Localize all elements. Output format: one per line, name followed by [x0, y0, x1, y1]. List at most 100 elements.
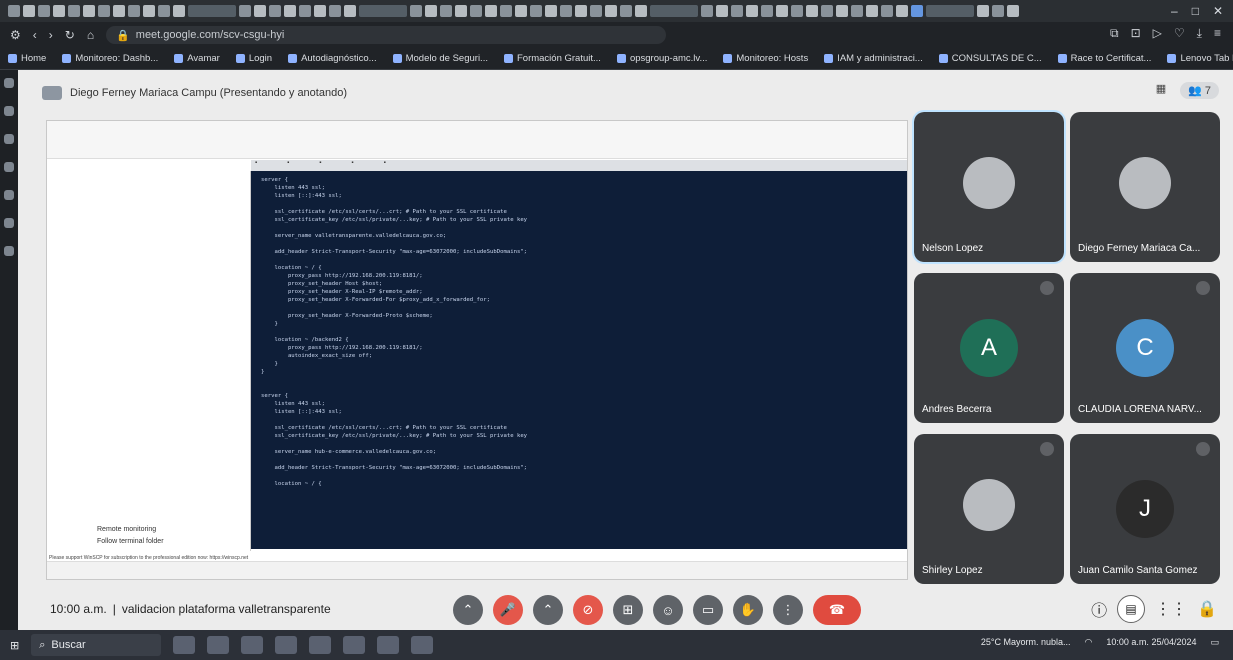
file-row[interactable] [47, 195, 250, 203]
forward-icon[interactable]: › [49, 28, 53, 42]
bookmark-item[interactable]: IAM y administraci... [824, 53, 923, 64]
weather-widget[interactable]: 25°C Mayorm. nubla... [981, 637, 1071, 648]
tab-favicon[interactable] [731, 5, 743, 17]
shield-icon[interactable]: ♡ [1174, 26, 1185, 41]
mic-off-button[interactable]: 🎤 [493, 595, 523, 625]
close-icon[interactable]: ✕ [1213, 4, 1223, 18]
file-row[interactable] [47, 219, 250, 227]
tab-favicon[interactable] [776, 5, 788, 17]
session-tab[interactable]: ▪ [384, 160, 386, 171]
tab-favicon[interactable] [515, 5, 527, 17]
taskbar-app-icon[interactable] [275, 636, 298, 654]
bookmark-item[interactable]: Formación Gratuit... [503, 53, 601, 64]
file-row[interactable] [47, 171, 250, 179]
tab-favicon[interactable] [590, 5, 602, 17]
taskbar-app-icon[interactable] [377, 636, 400, 654]
sidebar-icon[interactable] [4, 162, 14, 172]
tab-favicon[interactable] [98, 5, 110, 17]
participants-button[interactable]: 👥 7 [1180, 82, 1219, 99]
tab-favicon[interactable] [620, 5, 632, 17]
tab-favicon[interactable] [239, 5, 251, 17]
tab-favicon[interactable] [896, 5, 908, 17]
tab-favicon[interactable] [881, 5, 893, 17]
tab-group[interactable] [188, 5, 236, 17]
tab-favicon[interactable] [575, 5, 587, 17]
host-controls-icon[interactable]: 🔒 [1197, 599, 1217, 619]
tab-favicon[interactable] [761, 5, 773, 17]
bookmark-item[interactable]: opsgroup-amc.lv... [616, 53, 707, 64]
participant-tile[interactable]: C CLAUDIA LORENA NARV... [1070, 273, 1220, 423]
tab-favicon[interactable] [254, 5, 266, 17]
tab-favicon[interactable] [143, 5, 155, 17]
file-row[interactable] [47, 203, 250, 211]
sidebar-icon[interactable] [4, 78, 14, 88]
tab-favicon[interactable] [545, 5, 557, 17]
bookmark-item[interactable]: Lenovo Tab M6 H... [1167, 53, 1233, 64]
tab-favicon[interactable] [410, 5, 422, 17]
sidebar-icon[interactable] [4, 246, 14, 256]
tab-favicon[interactable] [23, 5, 35, 17]
tab-favicon[interactable] [500, 5, 512, 17]
session-tab[interactable]: ▪ [319, 160, 321, 171]
tab-favicon[interactable] [113, 5, 125, 17]
bookmark-item[interactable]: Monitoreo: Hosts [723, 53, 808, 64]
tab-favicon[interactable] [8, 5, 20, 17]
tab-favicon[interactable] [716, 5, 728, 17]
tab-favicon[interactable] [38, 5, 50, 17]
minimize-icon[interactable]: – [1171, 4, 1178, 18]
tab-favicon[interactable] [821, 5, 833, 17]
sidebar-icon[interactable] [4, 218, 14, 228]
session-tab[interactable]: ▪ [255, 160, 257, 171]
taskbar-app-icon[interactable] [241, 636, 264, 654]
participant-tile[interactable]: A Andres Becerra [914, 273, 1064, 423]
bookmark-item[interactable]: Avamar [174, 53, 220, 64]
tab-favicon[interactable] [83, 5, 95, 17]
translate-icon[interactable]: ⧉ [1110, 26, 1119, 41]
tab-favicon[interactable] [425, 5, 437, 17]
tab-favicon[interactable] [314, 5, 326, 17]
captions-button[interactable]: ▭ [693, 595, 723, 625]
tab-favicon[interactable] [791, 5, 803, 17]
sidebar-icon[interactable] [4, 190, 14, 200]
info-icon[interactable]: ⓘ [1091, 597, 1107, 621]
bookmark-item[interactable]: Modelo de Seguri... [392, 53, 488, 64]
file-row[interactable] [47, 187, 250, 195]
tab-group[interactable] [650, 5, 698, 17]
taskbar-search[interactable]: ⌕ Buscar [31, 634, 162, 656]
tab-favicon[interactable] [806, 5, 818, 17]
camera-off-button[interactable]: ⊘ [573, 595, 603, 625]
tab-favicon[interactable] [269, 5, 281, 17]
taskbar-app-icon[interactable] [411, 636, 434, 654]
download-icon[interactable]: ⤓ [1197, 26, 1202, 41]
participant-tile[interactable]: J Juan Camilo Santa Gomez [1070, 434, 1220, 584]
reload-icon[interactable]: ↻ [65, 28, 75, 42]
tab-favicon[interactable] [866, 5, 878, 17]
tab-favicon[interactable] [485, 5, 497, 17]
chat-icon[interactable]: ▤ [1117, 595, 1146, 623]
file-row[interactable] [47, 179, 250, 187]
participant-tile[interactable]: Nelson Lopez [912, 110, 1066, 264]
sidebar-icon[interactable] [4, 134, 14, 144]
tab-favicon[interactable] [977, 5, 989, 17]
tab-favicon[interactable] [344, 5, 356, 17]
file-row[interactable] [47, 227, 250, 235]
activities-icon[interactable]: ⋮⋮ [1155, 599, 1187, 619]
tab-favicon-active[interactable] [911, 5, 923, 17]
leave-call-button[interactable]: ☎ [813, 595, 861, 625]
layout-icon[interactable]: ▦ [1156, 82, 1166, 99]
emoji-button[interactable]: ☺ [653, 595, 683, 625]
tab-favicon[interactable] [158, 5, 170, 17]
tab-favicon[interactable] [605, 5, 617, 17]
tab-favicon[interactable] [701, 5, 713, 17]
mic-options-button[interactable]: ⌃ [453, 595, 483, 625]
windows-start-icon[interactable]: ⊞ [10, 639, 19, 652]
file-row[interactable] [47, 211, 250, 219]
tab-favicon[interactable] [53, 5, 65, 17]
tab-favicon[interactable] [470, 5, 482, 17]
tab-group[interactable] [359, 5, 407, 17]
tab-favicon[interactable] [560, 5, 572, 17]
participant-tile[interactable]: Diego Ferney Mariaca Ca... [1070, 112, 1220, 262]
bookmark-item[interactable]: Race to Certificat... [1057, 53, 1151, 64]
tab-favicon[interactable] [299, 5, 311, 17]
tab-favicon[interactable] [635, 5, 647, 17]
